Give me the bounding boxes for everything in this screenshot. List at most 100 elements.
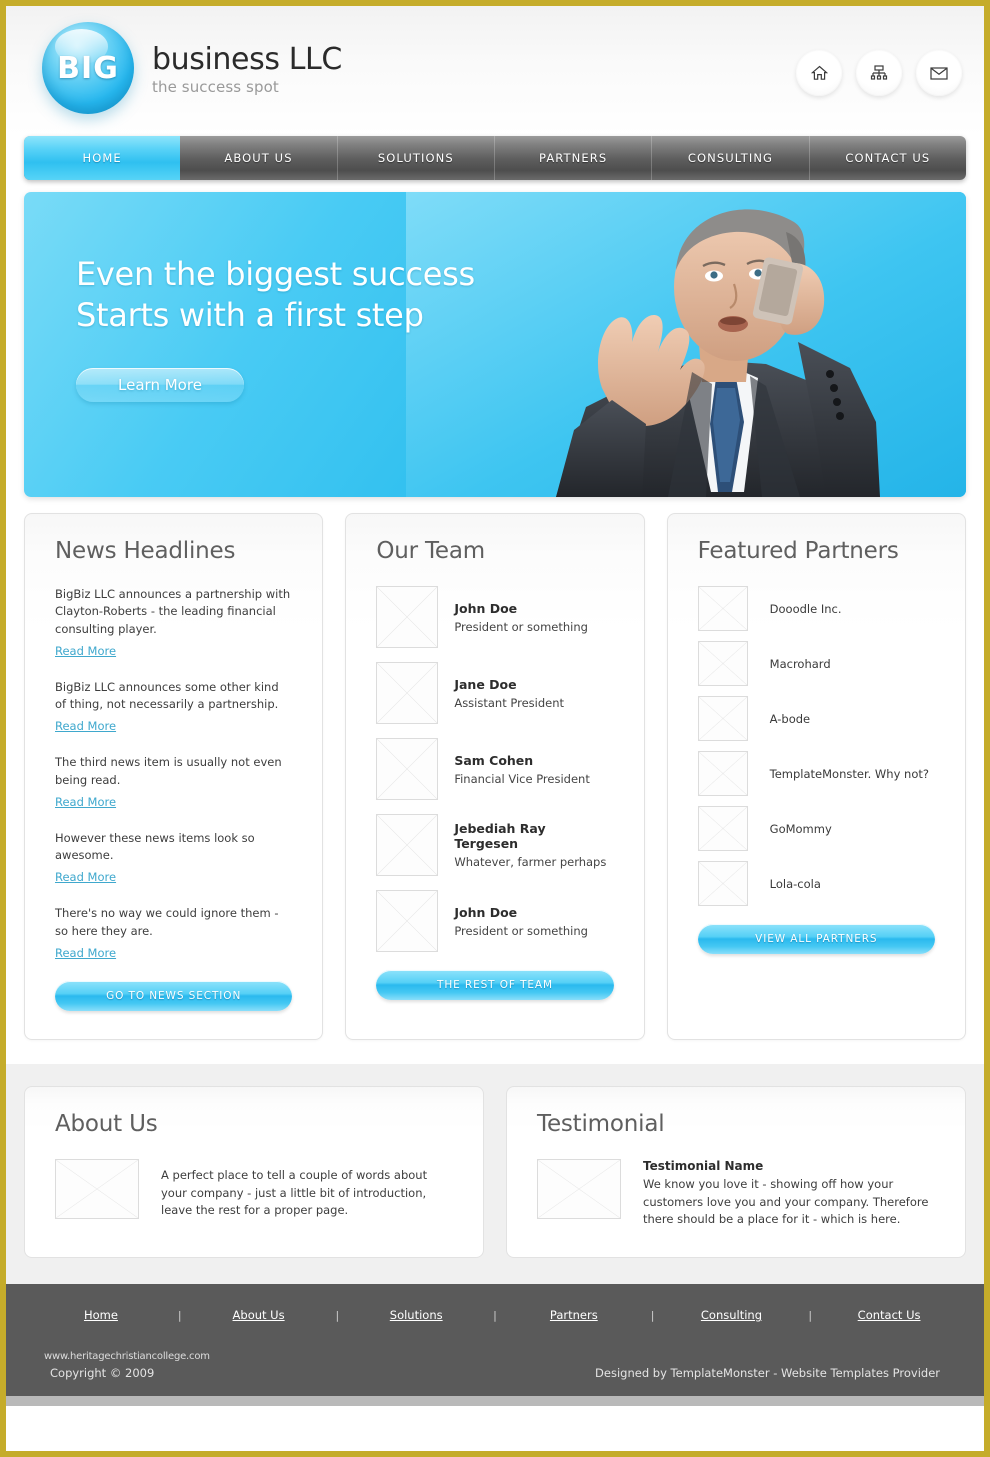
- news-text: BigBiz LLC announces a partnership with …: [55, 587, 291, 636]
- learn-more-label: Learn More: [118, 375, 202, 394]
- news-item: However these news items look so awesome…: [55, 830, 292, 886]
- header-icon-group: [796, 50, 962, 96]
- news-item: BigBiz LLC announces some other kind of …: [55, 679, 292, 735]
- nav-label: CONTACT US: [845, 151, 931, 165]
- read-more-link[interactable]: Read More: [55, 719, 116, 733]
- hero-headline-line1: Even the biggest success: [76, 255, 475, 293]
- partner-item: GoMommy: [697, 806, 935, 851]
- nav-item-home[interactable]: HOME: [24, 136, 181, 180]
- member-photo-placeholder: [376, 586, 439, 648]
- news-item: The third news item is usually not even …: [55, 754, 292, 810]
- news-text: The third news item is usually not even …: [55, 755, 282, 787]
- bottom-panels: About Us A perfect place to tell a coupl…: [6, 1063, 984, 1285]
- member-photo-placeholder: [376, 814, 439, 876]
- news-title: News Headlines: [55, 538, 236, 564]
- nav-item-solutions[interactable]: SOLUTIONS: [338, 136, 495, 180]
- home-icon-button[interactable]: [796, 50, 842, 96]
- nav-label: CONSULTING: [687, 151, 774, 165]
- view-all-partners-button[interactable]: VIEW ALL PARTNERS: [697, 924, 935, 954]
- team-member: John Doe President or something: [376, 890, 613, 952]
- partner-logo-placeholder: [697, 751, 748, 796]
- button-label: GO TO NEWS SECTION: [106, 989, 242, 1002]
- designed-by-text: Designed by TemplateMonster - Website Te…: [595, 1366, 940, 1381]
- nav-item-about-us[interactable]: ABOUT US: [180, 136, 338, 180]
- page-root: BIG business LLC the success spot HOME A…: [6, 6, 984, 1451]
- footer-link-home[interactable]: Home: [24, 1308, 178, 1322]
- partner-item: TemplateMonster. Why not?: [697, 751, 935, 796]
- logo-badge-text: BIG: [57, 50, 119, 86]
- partner-name: TemplateMonster. Why not?: [769, 766, 929, 781]
- nav-label: PARTNERS: [539, 151, 608, 165]
- read-more-link[interactable]: Read More: [55, 870, 116, 884]
- team-member: Sam Cohen Financial Vice President: [376, 738, 613, 800]
- nav-item-consulting[interactable]: CONSULTING: [652, 136, 810, 180]
- button-label: THE REST OF TEAM: [437, 979, 553, 991]
- read-more-link[interactable]: Read More: [55, 795, 116, 809]
- footer-link-contact-us[interactable]: Contact Us: [812, 1308, 966, 1322]
- partner-logo-placeholder: [697, 586, 748, 631]
- team-member: Jebediah Ray Tergesen Whatever, farmer p…: [376, 814, 613, 876]
- hero-photo: [406, 192, 966, 497]
- footer-link-solutions[interactable]: Solutions: [339, 1308, 493, 1322]
- main-navigation: HOME ABOUT US SOLUTIONS PARTNERS CONSULT…: [24, 136, 966, 180]
- rest-of-team-button[interactable]: THE REST OF TEAM: [376, 970, 614, 1000]
- partner-item: Macrohard: [697, 641, 935, 686]
- member-role: Financial Vice President: [454, 771, 590, 786]
- nav-item-partners[interactable]: PARTNERS: [495, 136, 653, 180]
- read-more-link[interactable]: Read More: [55, 644, 116, 658]
- partner-name: A-bode: [769, 711, 811, 726]
- nav-label: SOLUTIONS: [377, 151, 454, 165]
- member-photo-placeholder: [376, 738, 439, 800]
- partners-title: Featured Partners: [697, 538, 899, 564]
- read-more-link[interactable]: Read More: [55, 946, 116, 960]
- news-item: BigBiz LLC announces a partnership with …: [55, 586, 292, 659]
- partner-name: Macrohard: [769, 656, 831, 671]
- news-text: BigBiz LLC announces some other kind of …: [55, 679, 279, 711]
- nav-label: ABOUT US: [224, 151, 293, 165]
- logo-orb-icon: BIG: [42, 22, 134, 114]
- footer-link-about-us[interactable]: About Us: [182, 1308, 336, 1322]
- go-to-news-section-button[interactable]: GO TO NEWS SECTION: [55, 980, 293, 1011]
- team-title: Our Team: [376, 538, 485, 564]
- hero-headline-line2: Starts with a first step: [76, 295, 424, 334]
- member-role: Assistant President: [454, 695, 565, 710]
- partner-name: GoMommy: [769, 821, 832, 836]
- partner-name: Dooodle Inc.: [769, 601, 842, 616]
- member-role: President or something: [454, 923, 588, 938]
- partner-item: Lola-cola: [697, 861, 935, 906]
- partner-name: Lola-cola: [769, 876, 821, 891]
- footer-bottom-row: Copyright © 2009 Designed by TemplateMon…: [6, 1366, 984, 1380]
- sitemap-icon-button[interactable]: [856, 50, 902, 96]
- member-role: President or something: [454, 619, 588, 634]
- testimonial-title: Testimonial: [537, 1110, 665, 1137]
- partner-item: Dooodle Inc.: [697, 586, 935, 631]
- logo-title: business LLC: [152, 42, 342, 77]
- footer-link-partners[interactable]: Partners: [497, 1308, 651, 1322]
- testimonial-text: We know you love it - showing off how yo…: [643, 1176, 929, 1227]
- site-footer: Home | About Us | Solutions | Partners |…: [6, 1284, 984, 1407]
- site-header: BIG business LLC the success spot: [6, 6, 984, 136]
- featured-partners-card: Featured Partners Dooodle Inc. Macrohard…: [666, 513, 966, 1040]
- nav-item-contact-us[interactable]: CONTACT US: [810, 136, 966, 180]
- button-label: VIEW ALL PARTNERS: [755, 933, 878, 945]
- nav-label: HOME: [82, 151, 122, 165]
- about-image-placeholder: [55, 1158, 139, 1219]
- logo[interactable]: BIG business LLC the success spot: [42, 22, 342, 114]
- member-name: Jebediah Ray Tergesen: [454, 821, 546, 851]
- partner-item: A-bode: [697, 696, 935, 741]
- sitemap-icon: [870, 65, 888, 80]
- news-headlines-card: News Headlines BigBiz LLC announces a pa…: [24, 513, 324, 1040]
- logo-wordmark: business LLC the success spot: [152, 22, 342, 96]
- mail-icon-button[interactable]: [916, 50, 962, 96]
- news-item: There's no way we could ignore them - so…: [55, 905, 292, 961]
- news-text: However these news items look so awesome…: [55, 830, 255, 862]
- footer-link-consulting[interactable]: Consulting: [655, 1308, 809, 1322]
- member-name: Sam Cohen: [454, 752, 534, 768]
- copyright-text: Copyright © 2009: [50, 1366, 155, 1381]
- logo-tagline: the success spot: [152, 77, 279, 96]
- learn-more-button[interactable]: Learn More: [76, 367, 244, 402]
- home-icon: [810, 65, 828, 80]
- news-text: There's no way we could ignore them - so…: [55, 906, 279, 938]
- about-us-panel: About Us A perfect place to tell a coupl…: [24, 1085, 484, 1259]
- member-name: Jane Doe: [454, 676, 517, 692]
